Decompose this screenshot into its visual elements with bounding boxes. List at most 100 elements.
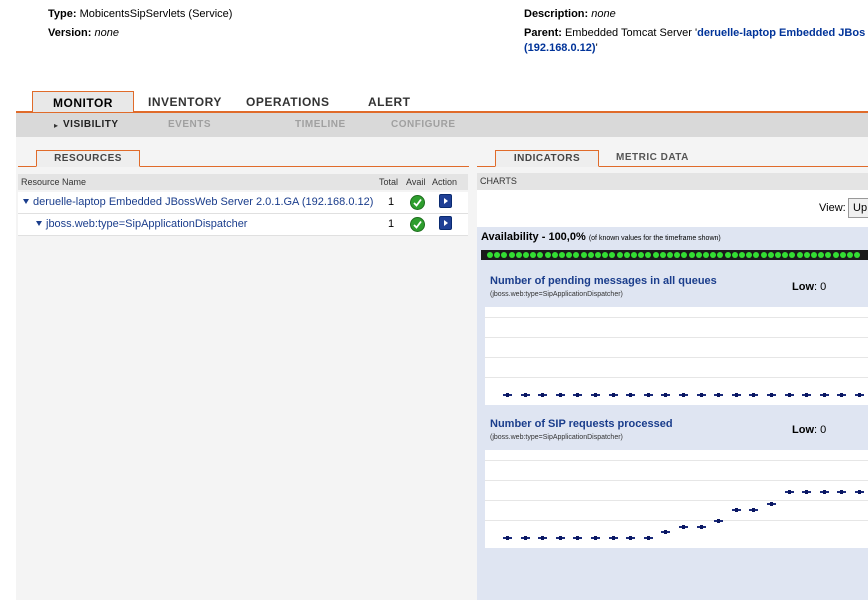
subtab-timeline[interactable]: TIMELINE [295, 113, 346, 137]
charts-header: CHARTS [477, 173, 868, 190]
chart-plot-sip [485, 450, 868, 548]
data-point[interactable] [573, 393, 583, 397]
tab-inventory[interactable]: INVENTORY [148, 91, 222, 111]
tab-resources[interactable]: RESOURCES [36, 150, 140, 167]
data-point[interactable] [749, 393, 759, 397]
availability-dot [494, 252, 501, 258]
gridline [485, 480, 868, 481]
parent-field-line2: (192.168.0.12)' [524, 42, 598, 54]
parent-link-ip[interactable]: (192.168.0.12) [524, 42, 596, 54]
availability-dot [566, 252, 573, 258]
action-play-icon[interactable] [439, 194, 452, 208]
total-cell: 1 [388, 218, 395, 230]
data-point[interactable] [819, 490, 829, 495]
type-value: MobicentsSipServlets (Service) [79, 8, 233, 20]
data-point[interactable] [855, 490, 864, 495]
availability-dot [739, 252, 745, 258]
availability-dot [609, 252, 616, 258]
charts-title: CHARTS [480, 176, 517, 186]
tab-monitor[interactable]: MONITOR [32, 91, 134, 112]
data-point[interactable] [802, 490, 812, 495]
col-action: Action [432, 177, 458, 187]
data-point[interactable] [855, 393, 864, 397]
resource-name-cell[interactable]: deruelle-laptop Embedded JBossWeb Server… [23, 196, 373, 208]
chart-title[interactable]: Number of SIP requests processed [490, 418, 673, 430]
resource-name-cell[interactable]: jboss.web:type=SipApplicationDispatcher [36, 218, 247, 230]
availability-dot [674, 252, 681, 258]
data-point[interactable] [767, 501, 776, 506]
data-point[interactable] [837, 490, 847, 495]
data-point[interactable] [520, 536, 530, 540]
tab-alert[interactable]: ALERT [368, 91, 411, 111]
data-point[interactable] [679, 524, 688, 529]
data-point[interactable] [661, 530, 671, 535]
data-point[interactable] [608, 393, 618, 397]
data-point[interactable] [573, 536, 583, 540]
view-select[interactable]: Up [848, 198, 868, 218]
data-point[interactable] [555, 393, 565, 397]
resources-table-header: Resource Name Total Avail Action [18, 174, 468, 190]
data-point[interactable] [503, 536, 512, 540]
data-point[interactable] [749, 507, 759, 512]
data-point[interactable] [538, 536, 548, 540]
low-value: : 0 [814, 281, 827, 293]
data-point[interactable] [714, 393, 724, 397]
table-row[interactable]: deruelle-laptop Embedded JBossWeb Server… [18, 192, 468, 214]
data-point[interactable] [784, 490, 794, 495]
availability-dot [631, 252, 637, 258]
availability-dot [703, 252, 709, 258]
data-point[interactable] [784, 393, 794, 397]
data-point[interactable] [555, 536, 565, 540]
data-point[interactable] [802, 393, 812, 397]
table-row[interactable]: jboss.web:type=SipApplicationDispatcher … [18, 214, 468, 236]
data-point[interactable] [626, 393, 636, 397]
availability-dot [681, 252, 688, 258]
data-point[interactable] [591, 536, 600, 540]
data-point[interactable] [696, 393, 706, 397]
availability-dot [623, 252, 630, 258]
total-cell: 1 [388, 196, 395, 208]
tab-operations[interactable]: OPERATIONS [246, 91, 329, 111]
data-point[interactable] [696, 524, 706, 529]
data-point[interactable] [731, 507, 741, 512]
data-point[interactable] [643, 536, 653, 540]
expand-caret-icon[interactable] [36, 221, 42, 226]
subtab-events[interactable]: EVENTS [168, 113, 211, 137]
view-selector-area: View: Up [477, 190, 868, 227]
data-point[interactable] [608, 536, 618, 540]
col-resource-name: Resource Name [21, 177, 87, 187]
chart-title[interactable]: Number of pending messages in all queues [490, 275, 717, 287]
tab-metric-data[interactable]: METRIC DATA [616, 150, 689, 165]
indicators-tab-bar: INDICATORS METRIC DATA [477, 150, 868, 167]
data-point[interactable] [538, 393, 548, 397]
data-point[interactable] [731, 393, 741, 397]
data-point[interactable] [643, 393, 653, 397]
subtab-configure[interactable]: CONFIGURE [391, 113, 456, 137]
availability-dot [854, 252, 861, 258]
data-point[interactable] [819, 393, 829, 397]
data-point[interactable] [661, 393, 671, 397]
data-point[interactable] [520, 393, 530, 397]
available-check-icon [410, 217, 425, 232]
resource-name[interactable]: deruelle-laptop Embedded JBossWeb Server… [33, 196, 373, 208]
resource-name[interactable]: jboss.web:type=SipApplicationDispatcher [46, 218, 247, 230]
expand-caret-icon[interactable] [23, 199, 29, 204]
data-point[interactable] [714, 518, 724, 523]
data-point[interactable] [591, 393, 600, 397]
parent-prefix: Embedded Tomcat Server ' [564, 27, 698, 39]
data-point[interactable] [767, 393, 776, 397]
data-point[interactable] [503, 393, 512, 397]
data-point[interactable] [837, 393, 847, 397]
chart-subtitle: (jboss.web:type=SipApplicationDispatcher… [490, 291, 623, 298]
availability-dot [818, 252, 825, 258]
chart-low-stat: Low: 0 [792, 281, 826, 293]
data-point[interactable] [679, 393, 688, 397]
availability-dot [487, 252, 493, 258]
data-point[interactable] [626, 536, 636, 540]
tab-indicators[interactable]: INDICATORS [495, 150, 599, 167]
action-play-icon[interactable] [439, 216, 452, 230]
subtab-visibility[interactable]: VISIBILITY [63, 113, 119, 137]
availability-dot [573, 252, 580, 258]
availability-note: (of known values for the timeframe shown… [588, 235, 721, 242]
parent-link[interactable]: deruelle-laptop Embedded JBos [697, 27, 865, 39]
